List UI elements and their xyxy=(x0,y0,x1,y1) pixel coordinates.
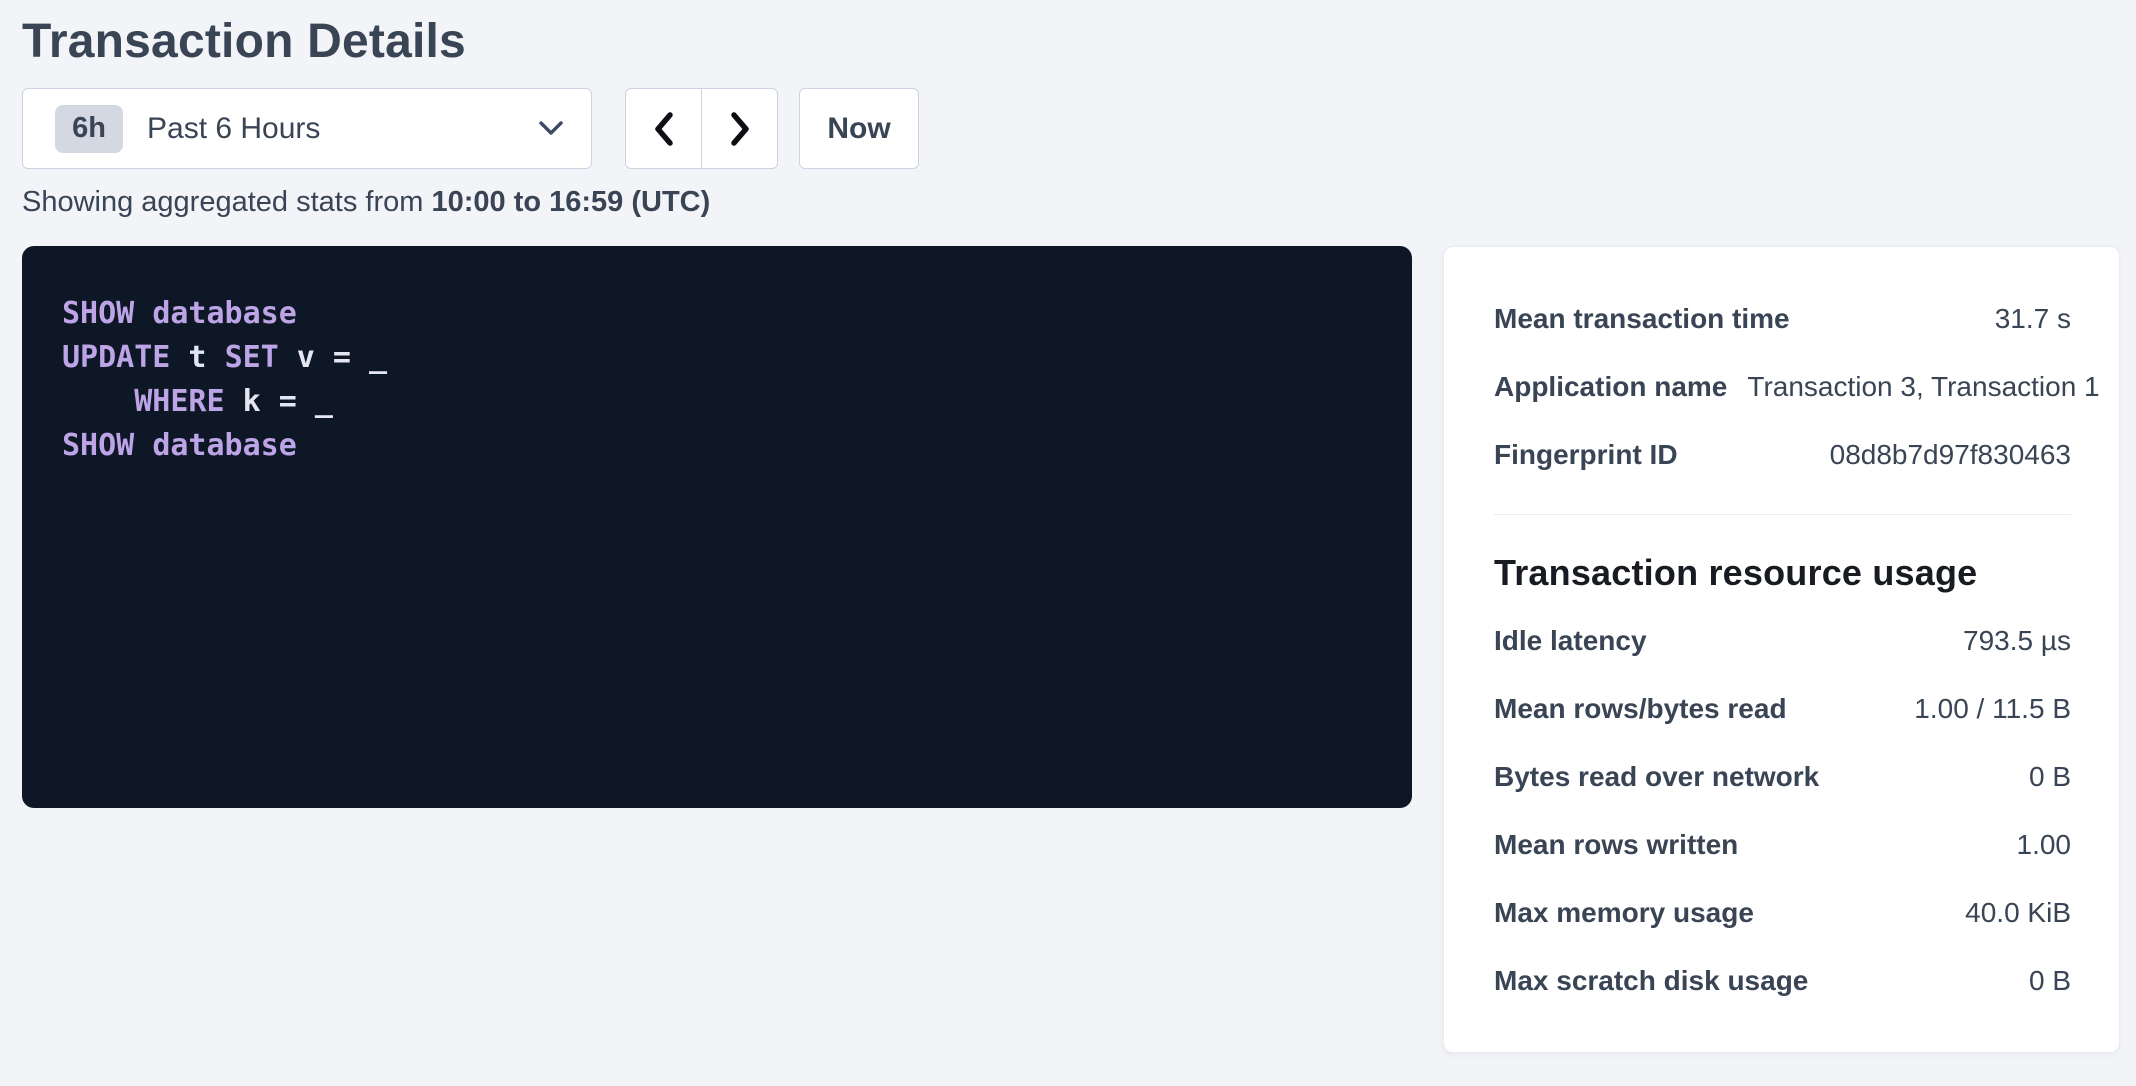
sql-keyword: SHOW xyxy=(62,296,134,331)
stat-value: 0 B xyxy=(2029,965,2071,997)
transaction-summary-card: Mean transaction time 31.7 s Application n… xyxy=(1443,246,2120,1053)
page-title: Transaction Details xyxy=(22,14,2114,70)
stat-label: Idle latency xyxy=(1494,625,1647,657)
now-button[interactable]: Now xyxy=(799,88,919,169)
summary-rows: Mean transaction time 31.7 s Application n… xyxy=(1494,285,2071,489)
stat-value: Transaction 3, Transaction 1 xyxy=(1747,371,2099,403)
prev-range-button[interactable] xyxy=(625,88,702,169)
sql-code-line: SHOW database xyxy=(62,292,1372,336)
stat-row: Max scratch disk usage 0 B xyxy=(1494,947,2071,1015)
sql-code-line: SHOW database xyxy=(62,424,1372,468)
sql-text xyxy=(134,296,152,331)
aggregated-stats-range: 10:00 to 16:59 (UTC) xyxy=(431,186,710,218)
resource-rows: Idle latency 793.5 µs Mean rows/bytes read… xyxy=(1494,607,2071,1015)
sql-text: t xyxy=(170,340,224,375)
stat-row: Bytes read over network 0 B xyxy=(1494,743,2071,811)
stat-value: 08d8b7d97f830463 xyxy=(1830,439,2071,471)
stat-row: Max memory usage 40.0 KiB xyxy=(1494,879,2071,947)
stat-label: Mean transaction time xyxy=(1494,303,1790,335)
stat-label: Application name xyxy=(1494,371,1727,403)
sql-keyword: database xyxy=(152,296,297,331)
next-range-button[interactable] xyxy=(701,88,778,169)
stat-value: 1.00 / 11.5 B xyxy=(1914,693,2071,725)
main-content: SHOW databaseUPDATE t SET v = _ WHERE k … xyxy=(22,246,2114,1053)
transaction-details-page: Transaction Details 6h Past 6 Hours xyxy=(0,14,2136,1053)
card-divider xyxy=(1494,514,2071,515)
sql-code-line: WHERE k = _ xyxy=(62,380,1372,424)
sql-text xyxy=(134,428,152,463)
sql-keyword: SHOW xyxy=(62,428,134,463)
time-range-dropdown[interactable]: 6h Past 6 Hours xyxy=(22,88,592,169)
chevron-down-icon xyxy=(539,121,563,136)
stat-row: Idle latency 793.5 µs xyxy=(1494,607,2071,675)
stat-label: Max memory usage xyxy=(1494,897,1754,929)
stat-row: Mean rows written 1.00 xyxy=(1494,811,2071,879)
chevron-right-icon xyxy=(729,111,751,147)
stat-row: Mean transaction time 31.7 s xyxy=(1494,285,2071,353)
sql-text: k = _ xyxy=(225,384,333,419)
stat-value: 793.5 µs xyxy=(1963,625,2071,657)
sql-keyword: UPDATE xyxy=(62,340,170,375)
sql-text xyxy=(62,384,134,419)
stat-value: 1.00 xyxy=(2017,829,2072,861)
sql-keyword: SET xyxy=(225,340,279,375)
stat-label: Mean rows/bytes read xyxy=(1494,693,1787,725)
stat-value: 40.0 KiB xyxy=(1965,897,2071,929)
stat-row: Application nameTransaction 3, Transacti… xyxy=(1494,353,2071,421)
sql-keyword: WHERE xyxy=(134,384,224,419)
sql-code-line: UPDATE t SET v = _ xyxy=(62,336,1372,380)
aggregated-stats-text: Showing aggregated stats from 10:00 to 1… xyxy=(22,183,2114,221)
aggregated-stats-prefix: Showing aggregated stats from xyxy=(22,186,431,218)
resource-usage-heading: Transaction resource usage xyxy=(1494,551,2071,595)
stat-row: Fingerprint ID 08d8b7d97f830463 xyxy=(1494,421,2071,489)
chevron-left-icon xyxy=(653,111,675,147)
sql-keyword: database xyxy=(152,428,297,463)
time-controls: 6h Past 6 Hours xyxy=(22,88,2114,169)
time-range-badge: 6h xyxy=(55,105,123,153)
time-nav-group xyxy=(625,88,778,169)
stat-label: Mean rows written xyxy=(1494,829,1738,861)
sql-text: v = _ xyxy=(279,340,387,375)
sql-statement-box: SHOW databaseUPDATE t SET v = _ WHERE k … xyxy=(22,246,1412,808)
stat-row: Mean rows/bytes read 1.00 / 11.5 B xyxy=(1494,675,2071,743)
stat-value: 0 B xyxy=(2029,761,2071,793)
stat-label: Fingerprint ID xyxy=(1494,439,1678,471)
stat-value: 31.7 s xyxy=(1995,303,2071,335)
time-range-label: Past 6 Hours xyxy=(147,112,539,146)
stat-label: Max scratch disk usage xyxy=(1494,965,1808,997)
stat-label: Bytes read over network xyxy=(1494,761,1819,793)
